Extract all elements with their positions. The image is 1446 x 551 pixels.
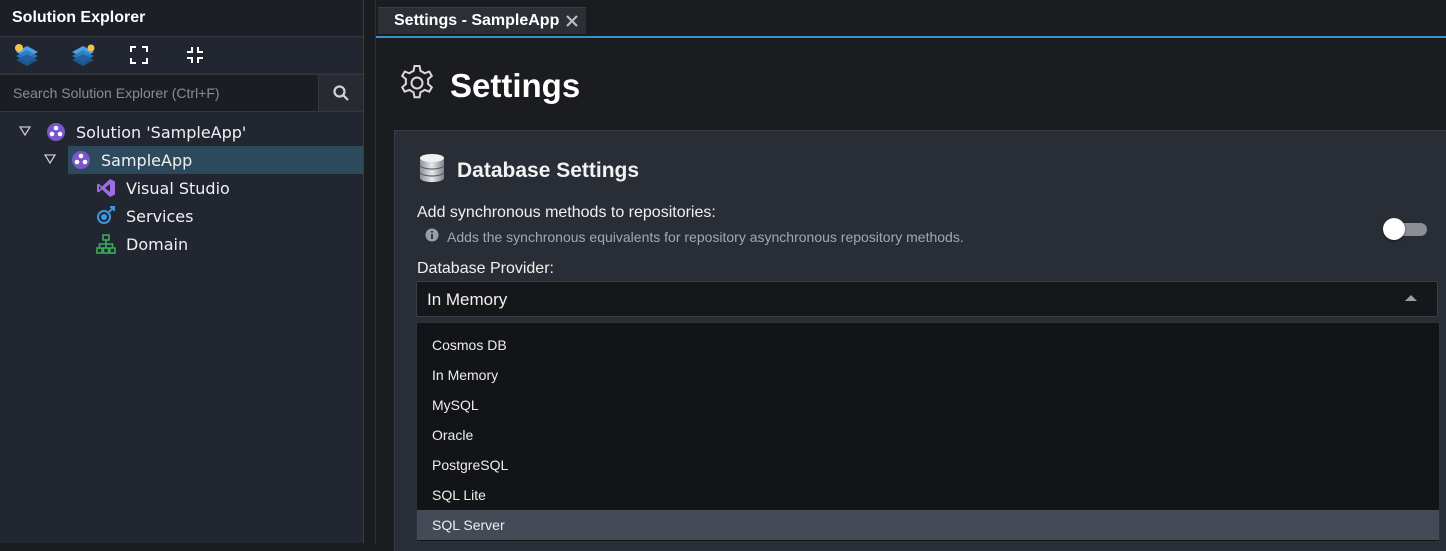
- selected-provider: In Memory: [427, 290, 508, 309]
- option-oracle[interactable]: Oracle: [417, 420, 1439, 450]
- tree-label-solution: Solution 'SampleApp': [76, 123, 247, 142]
- database-provider-select[interactable]: In Memory: [416, 281, 1438, 317]
- section-title: Database Settings: [457, 158, 640, 182]
- expand-chevron-icon[interactable]: [44, 153, 56, 165]
- solution-icon: [46, 122, 66, 142]
- panel-title: Solution Explorer: [0, 0, 363, 37]
- pane-splitter[interactable]: [364, 0, 376, 543]
- toggle-thumb: [1383, 218, 1405, 240]
- gear-icon: [398, 64, 436, 107]
- sync-methods-label: Add synchronous methods to repositories:: [417, 204, 716, 221]
- card-header: Database Settings: [419, 153, 639, 188]
- tree-node-domain[interactable]: Domain: [0, 230, 363, 258]
- expand-chevron-icon[interactable]: [19, 125, 31, 137]
- option-mysql[interactable]: MySQL: [417, 390, 1439, 420]
- solution-tree: Solution 'SampleApp' SampleApp Visual St…: [0, 118, 363, 258]
- database-icon: [419, 153, 445, 188]
- option-cosmos-db[interactable]: Cosmos DB: [417, 330, 1439, 360]
- page-header: Settings: [398, 64, 580, 107]
- sync-methods-toggle[interactable]: [1383, 218, 1428, 240]
- tree-label-services: Services: [126, 207, 194, 226]
- tree-node-sampleapp[interactable]: SampleApp: [0, 146, 363, 174]
- search-icon[interactable]: [318, 75, 363, 111]
- option-sql-lite[interactable]: SQL Lite: [417, 480, 1439, 510]
- tree-node-visual-studio[interactable]: Visual Studio: [0, 174, 363, 202]
- document-tabbar: Settings - SampleApp: [376, 0, 1446, 38]
- tree-label-visual-studio: Visual Studio: [126, 179, 230, 198]
- provider-dropdown-list: Cosmos DB In Memory MySQL Oracle Postgre…: [416, 322, 1440, 542]
- option-sql-server[interactable]: SQL Server: [417, 510, 1439, 540]
- tree-node-services[interactable]: Services: [0, 202, 363, 230]
- page-title: Settings: [450, 66, 581, 104]
- info-icon: [425, 228, 439, 245]
- option-in-memory[interactable]: In Memory: [417, 360, 1439, 390]
- explorer-toolbar: [0, 37, 363, 74]
- add-layers-icon[interactable]: [14, 42, 40, 68]
- tab-settings[interactable]: Settings - SampleApp: [378, 7, 586, 34]
- hint-text: Adds the synchronous equivalents for rep…: [447, 228, 964, 245]
- option-postgresql[interactable]: PostgreSQL: [417, 450, 1439, 480]
- tree-node-solution[interactable]: Solution 'SampleApp': [0, 118, 363, 146]
- explorer-search: [0, 74, 363, 112]
- layers-icon[interactable]: [70, 42, 96, 68]
- chevron-up-icon: [1405, 295, 1417, 301]
- collapse-icon[interactable]: [182, 42, 208, 68]
- sync-methods-hint: Adds the synchronous equivalents for rep…: [425, 228, 964, 245]
- tree-label-sampleapp: SampleApp: [101, 151, 193, 170]
- tree-label-domain: Domain: [126, 235, 189, 254]
- app-icon: [71, 150, 91, 170]
- expand-icon[interactable]: [126, 42, 152, 68]
- solution-explorer-panel: Solution Explorer Search Solution Explor…: [0, 0, 364, 543]
- close-icon[interactable]: [562, 11, 582, 31]
- tab-label: Settings - SampleApp: [394, 12, 560, 29]
- database-provider-label: Database Provider:: [417, 260, 554, 277]
- visual-studio-icon: [96, 178, 116, 198]
- services-icon: [96, 206, 116, 226]
- domain-icon: [96, 234, 116, 254]
- search-input[interactable]: [0, 75, 318, 111]
